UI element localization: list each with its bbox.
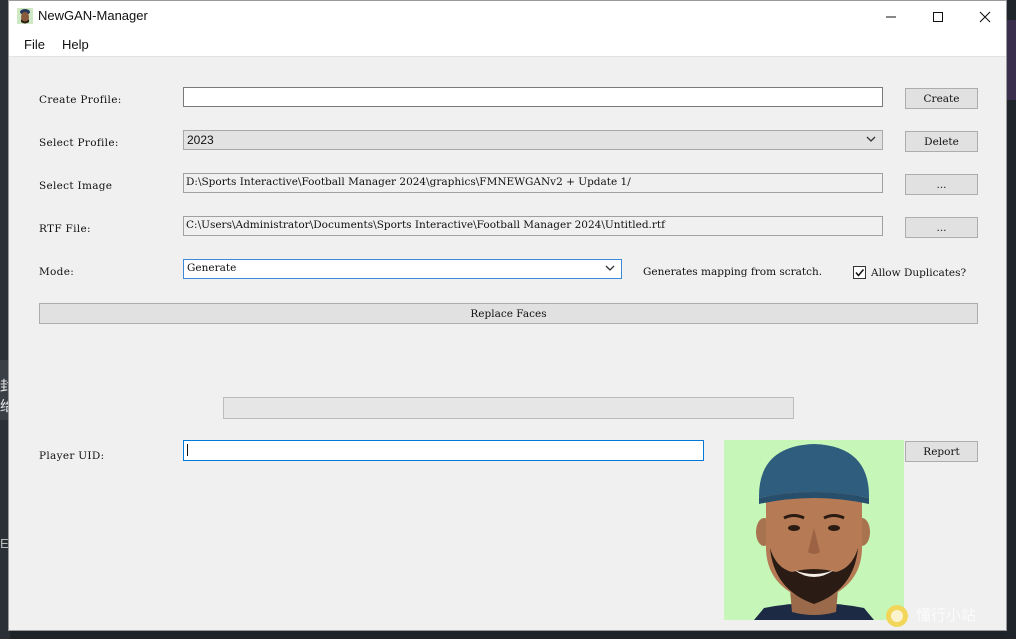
replace-faces-button[interactable]: Replace Faces [39, 303, 978, 324]
app-window: NewGAN-Manager File Help Create Profile:… [8, 0, 1007, 631]
watermark-text: 懂行小站 [916, 606, 977, 624]
progress-bar [223, 397, 794, 419]
title-bar[interactable]: NewGAN-Manager [9, 1, 1006, 32]
menu-file[interactable]: File [24, 37, 45, 52]
image-path-field[interactable]: D:\Sports Interactive\Football Manager 2… [183, 173, 883, 193]
select-image-label: Select Image [39, 180, 113, 192]
menu-help[interactable]: Help [62, 37, 89, 52]
text-caret [187, 444, 188, 456]
browse-rtf-button[interactable]: ... [905, 217, 978, 238]
chevron-down-icon [866, 136, 876, 142]
create-profile-label: Create Profile: [39, 94, 122, 106]
checkmark-icon [855, 269, 865, 277]
create-profile-input[interactable] [183, 87, 883, 107]
rtf-path-field[interactable]: C:\Users\Administrator\Documents\Sports … [183, 216, 883, 236]
select-profile-label: Select Profile: [39, 137, 119, 149]
watermark-logo-icon [886, 605, 908, 627]
minimize-button[interactable] [868, 1, 914, 32]
browse-image-button[interactable]: ... [905, 174, 978, 195]
create-button[interactable]: Create [905, 88, 978, 109]
watermark: 懂行小站 [882, 600, 992, 630]
maximize-button[interactable] [915, 1, 961, 32]
chevron-down-icon [605, 265, 615, 271]
allow-duplicates-checkbox[interactable] [853, 266, 866, 279]
newgan-app-icon [17, 8, 33, 24]
close-button[interactable] [962, 1, 1008, 32]
allow-duplicates-label[interactable]: Allow Duplicates? [871, 267, 966, 279]
delete-button[interactable]: Delete [905, 131, 978, 152]
mode-label: Mode: [39, 266, 75, 278]
mode-dropdown[interactable]: Generate [183, 259, 622, 279]
selected-profile-value: 2023 [187, 133, 214, 147]
player-portrait [724, 440, 904, 620]
player-face-image [724, 440, 904, 620]
window-title: NewGAN-Manager [38, 8, 148, 23]
mode-description: Generates mapping from scratch. [643, 266, 823, 278]
minimize-icon [886, 16, 896, 17]
report-button[interactable]: Report [905, 441, 978, 462]
player-uid-input[interactable] [183, 440, 704, 461]
close-icon [979, 11, 991, 22]
player-uid-label: Player UID: [39, 450, 105, 462]
select-profile-dropdown[interactable]: 2023 [183, 130, 883, 150]
maximize-icon [933, 11, 943, 22]
selected-mode-value: Generate [187, 262, 237, 274]
menu-bar: File Help [9, 32, 1006, 57]
rtf-file-label: RTF File: [39, 223, 91, 235]
